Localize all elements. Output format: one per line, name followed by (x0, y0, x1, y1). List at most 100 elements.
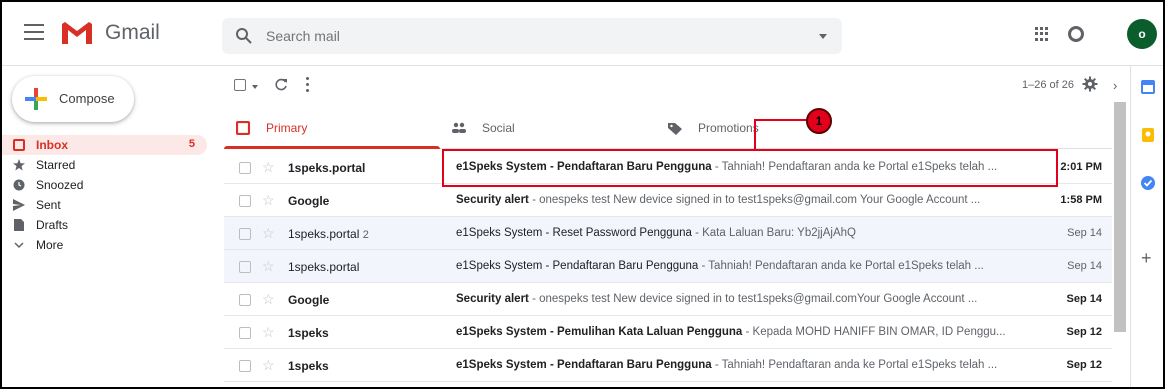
notifications-icon[interactable] (1068, 26, 1084, 42)
email-subject-line: Security alert - onespeks test New devic… (456, 293, 1026, 305)
email-date: 2:01 PM (1060, 161, 1102, 173)
keep-icon[interactable] (1141, 128, 1155, 142)
add-addon-icon[interactable]: + (1141, 248, 1152, 269)
email-row[interactable]: ☆ 1speks.portal e1Speks System - Pendaft… (224, 250, 1112, 283)
more-options-icon[interactable] (306, 77, 310, 93)
inbox-icon (13, 139, 25, 151)
row-checkbox[interactable] (239, 195, 251, 207)
star-icon[interactable]: ☆ (262, 159, 275, 176)
email-subject-line: e1Speks System - Pendaftaran Baru Penggu… (456, 359, 1026, 371)
email-date: Sep 14 (1067, 260, 1102, 272)
star-icon[interactable]: ☆ (262, 192, 275, 209)
app-name[interactable]: Gmail (105, 21, 160, 45)
email-subject: e1Speks System - Pemulihan Kata Laluan P… (456, 326, 743, 338)
compose-button[interactable]: Compose (12, 76, 134, 122)
send-icon (13, 199, 25, 211)
row-checkbox[interactable] (239, 261, 251, 273)
email-snippet: - onespeks test New device signed in to … (528, 293, 978, 305)
inbox-icon (236, 121, 250, 135)
email-sender: 1speks (288, 326, 329, 340)
select-all-checkbox[interactable] (234, 79, 246, 91)
email-row[interactable]: ☆ Google Security alert - onespeks test … (224, 184, 1112, 217)
row-checkbox[interactable] (239, 294, 251, 306)
calendar-icon[interactable] (1141, 80, 1155, 94)
tasks-icon[interactable] (1141, 176, 1155, 190)
sidebar-item-sent[interactable]: Sent (2, 195, 207, 215)
email-subject: Security alert (456, 293, 529, 305)
star-icon[interactable]: ☆ (262, 258, 275, 275)
select-options-icon[interactable] (252, 85, 258, 89)
annotation-highlight-box (442, 149, 1058, 187)
sidebar-item-label: Drafts (36, 218, 69, 232)
search-icon[interactable] (235, 27, 253, 45)
chevron-down-icon (14, 242, 24, 249)
scrollbar[interactable] (1114, 102, 1126, 332)
email-subject-line: e1Speks System - Reset Password Pengguna… (456, 227, 1026, 239)
row-checkbox[interactable] (239, 327, 251, 339)
star-icon[interactable]: ☆ (262, 291, 275, 308)
sidebar-item-snoozed[interactable]: Snoozed (2, 175, 207, 195)
sidebar-item-starred[interactable]: Starred (2, 155, 207, 175)
menu-icon[interactable] (24, 24, 44, 40)
email-sender: 1speks.portal 2 (288, 227, 369, 241)
next-page-icon[interactable]: › (1113, 78, 1117, 93)
email-row[interactable]: ☆ 1speks e1Speks System - Pemulihan Kata… (224, 316, 1112, 349)
star-icon[interactable]: ☆ (262, 357, 275, 374)
email-sender: 1speks (288, 359, 329, 373)
category-tabs: Primary Social Promotions (224, 106, 1112, 149)
top-bar: Gmail o (2, 2, 1163, 66)
apps-grid-icon[interactable] (1035, 27, 1049, 41)
settings-gear-icon[interactable] (1082, 76, 1098, 92)
tab-label: Social (482, 121, 515, 135)
avatar[interactable]: o (1127, 19, 1157, 49)
tab-promotions[interactable]: Promotions (656, 106, 872, 149)
draft-icon (14, 219, 24, 231)
search-options-icon[interactable] (819, 34, 827, 39)
sidebar-item-more[interactable]: More (2, 235, 207, 255)
side-panel: + (1130, 66, 1163, 387)
sidebar-item-label: Inbox (36, 138, 68, 152)
email-subject-line: Security alert - onespeks test New devic… (456, 194, 1026, 206)
email-sender: 1speks.portal (288, 260, 360, 274)
annotation-number-badge: 1 (806, 108, 832, 134)
sidebar-item-inbox[interactable]: Inbox 5 (2, 135, 207, 155)
row-checkbox[interactable] (239, 162, 251, 174)
plus-icon (25, 88, 47, 110)
email-snippet: - Kata Laluan Baru: Yb2jjAjAhQ (691, 227, 856, 239)
email-date: Sep 12 (1066, 326, 1102, 338)
email-subject: e1Speks System - Pendaftaran Baru Penggu… (456, 359, 712, 371)
star-icon[interactable]: ☆ (262, 324, 275, 341)
email-subject-line: e1Speks System - Pendaftaran Baru Penggu… (456, 260, 1026, 272)
tab-primary[interactable]: Primary (224, 106, 440, 149)
clock-icon (13, 179, 25, 191)
pagination-info: 1–26 of 26 (1022, 79, 1074, 91)
email-snippet: - Kepada MOHD HANIFF BIN OMAR, ID Penggu… (742, 326, 1006, 338)
search-input[interactable] (266, 26, 786, 46)
sidebar-item-drafts[interactable]: Drafts (2, 215, 207, 235)
email-date: Sep 12 (1066, 359, 1102, 371)
email-snippet: - Tahniah! Pendaftaran anda ke Portal e1… (711, 359, 998, 371)
row-checkbox[interactable] (239, 360, 251, 372)
tab-social[interactable]: Social (440, 106, 656, 149)
gmail-logo-icon[interactable] (60, 20, 94, 46)
sidebar-item-label: More (36, 238, 64, 252)
email-row[interactable]: ☆ 1speks e1Speks System - Pendaftaran Ba… (224, 349, 1112, 382)
sidebar-item-label: Starred (36, 158, 76, 172)
refresh-icon[interactable] (274, 78, 288, 92)
row-checkbox[interactable] (239, 228, 251, 240)
star-icon[interactable]: ☆ (262, 225, 275, 242)
tag-icon (668, 123, 682, 135)
compose-label: Compose (59, 91, 115, 106)
email-row[interactable]: ☆ Google Security alert - onespeks test … (224, 283, 1112, 316)
email-snippet: - onespeks test New device signed in to … (528, 194, 981, 206)
star-icon (13, 159, 25, 171)
email-snippet: - Tahniah! Pendaftaran anda ke Portal e1… (698, 260, 984, 272)
email-sender: 1speks.portal (288, 161, 366, 175)
unread-count: 5 (188, 138, 195, 150)
email-row[interactable]: ☆ 1speks.portal 2 e1Speks System - Reset… (224, 217, 1112, 250)
annotation-connector (754, 120, 756, 150)
search-bar[interactable] (222, 18, 842, 54)
email-subject: e1Speks System - Pendaftaran Baru Penggu… (456, 260, 699, 272)
email-sender: Google (288, 293, 330, 307)
email-subject: Security alert (456, 194, 529, 206)
